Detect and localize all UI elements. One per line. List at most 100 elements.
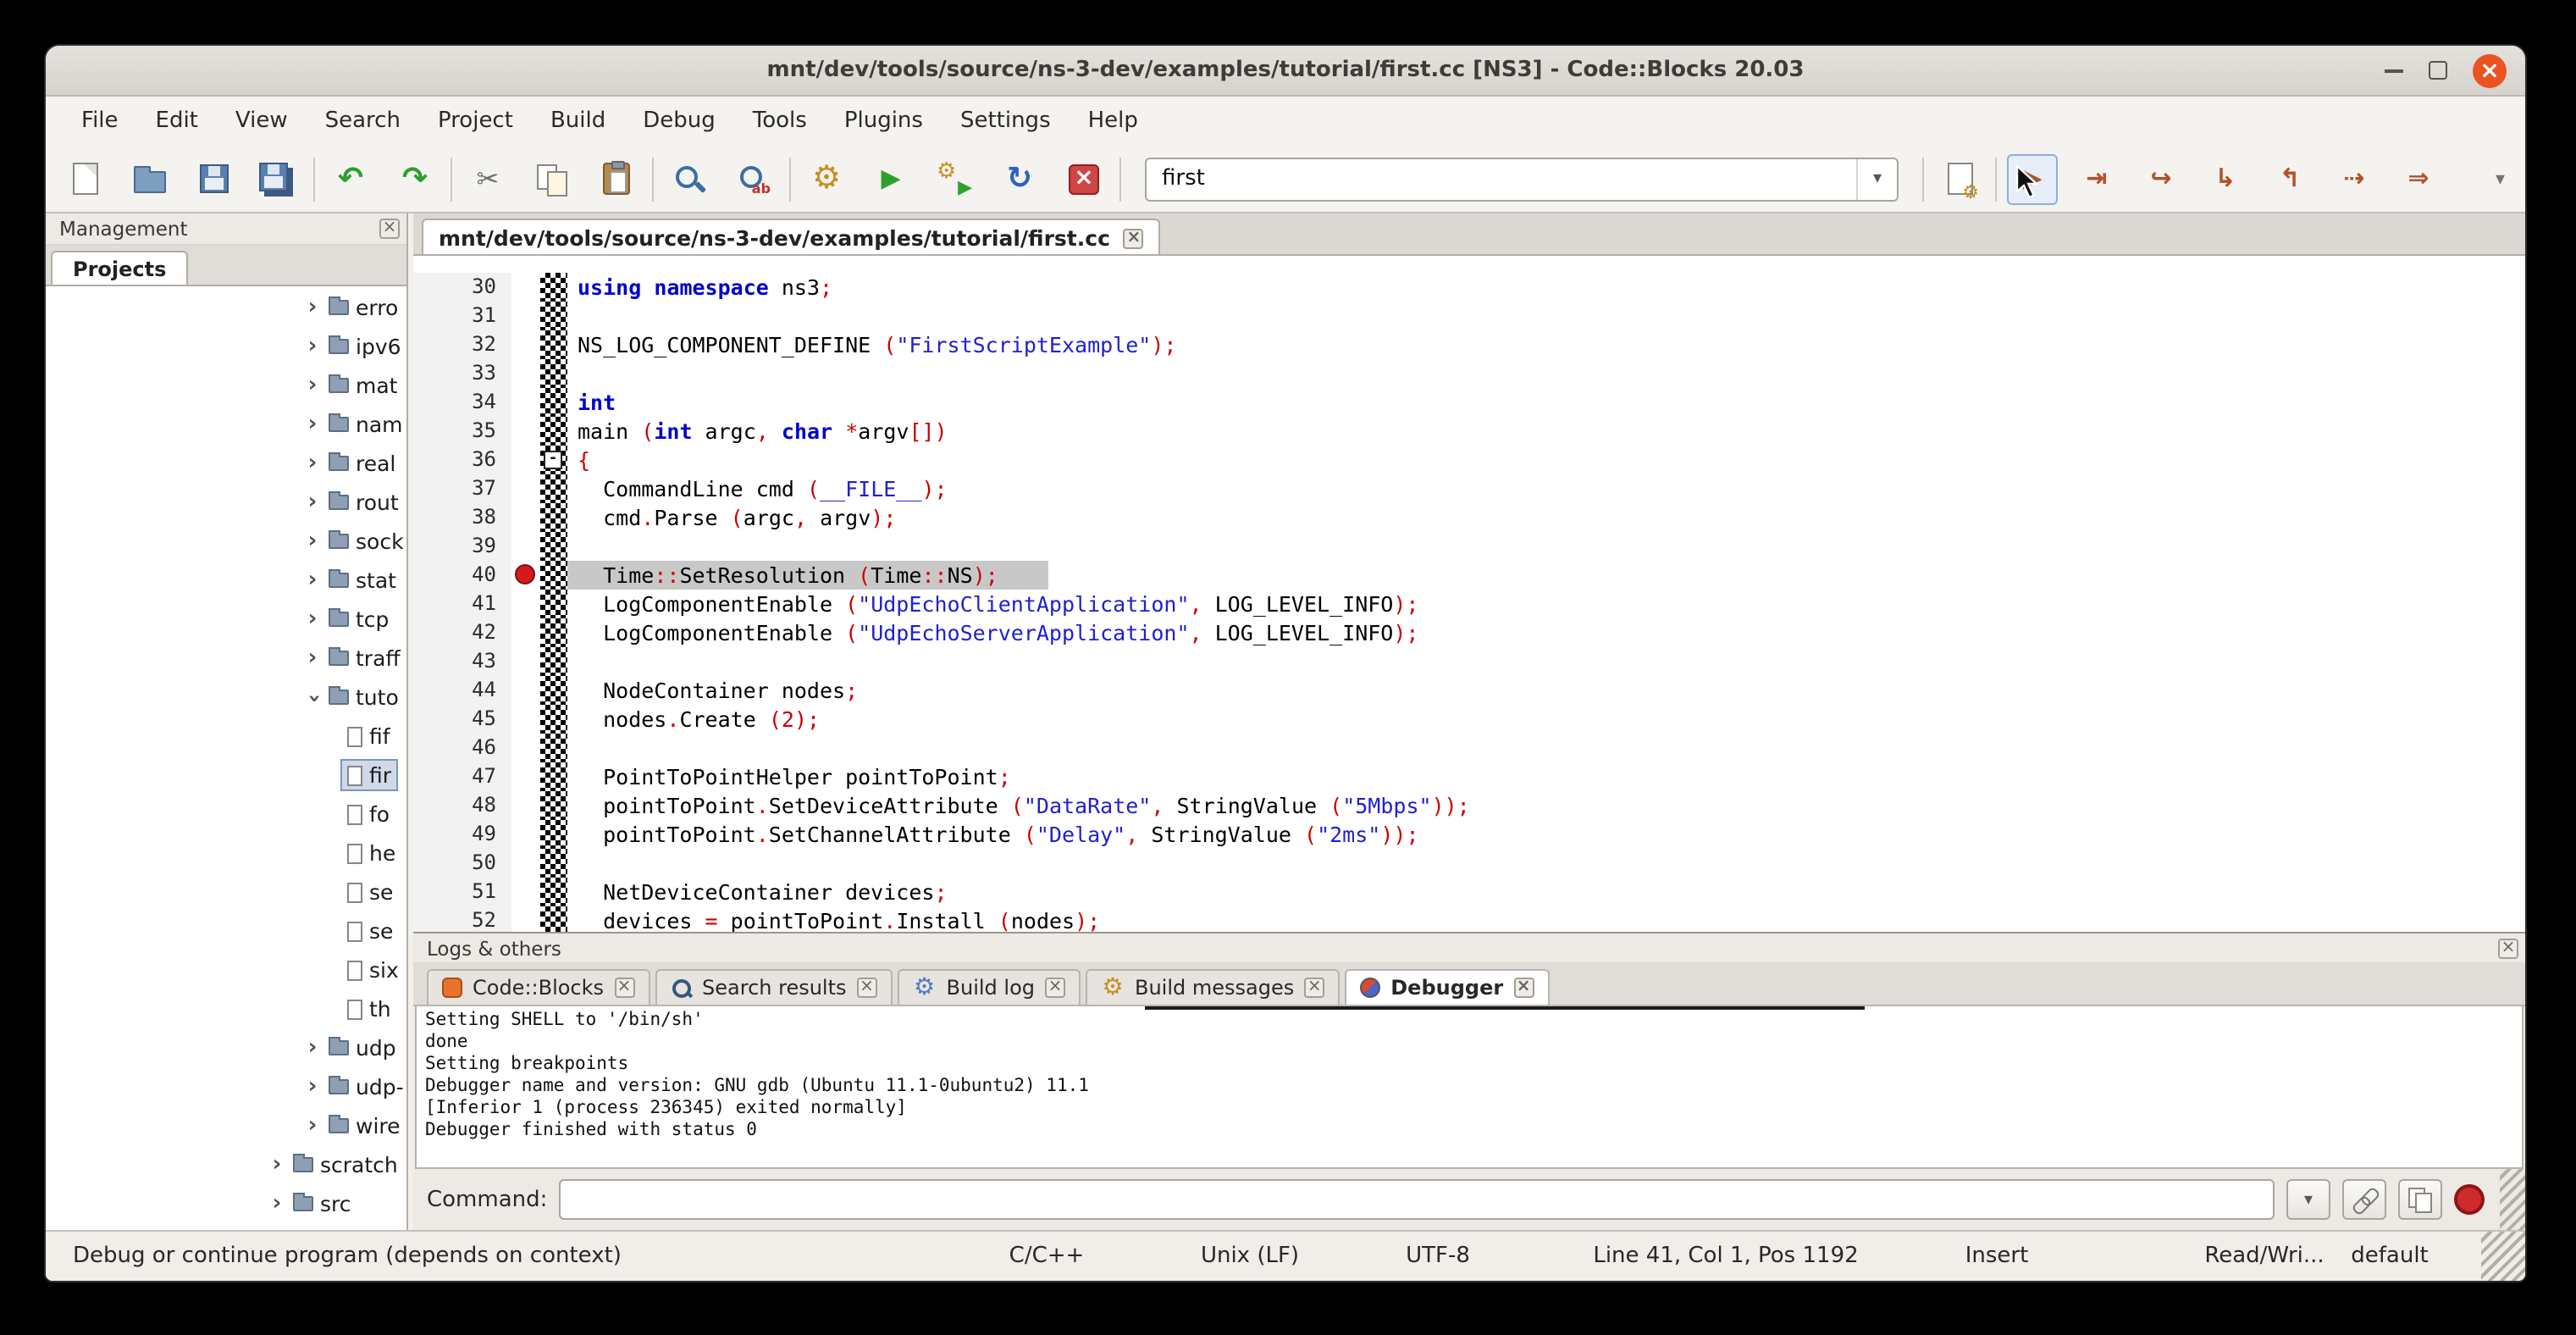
tree-item-sock[interactable]: sock	[46, 522, 406, 561]
next-line-button[interactable]	[2136, 153, 2186, 204]
redo-button[interactable]	[390, 153, 440, 204]
tree-item-ipv6[interactable]: ipv6	[46, 327, 406, 366]
code-line[interactable]: 51 NetDeviceContainer devices;	[413, 878, 2525, 906]
tree-item-se[interactable]: se	[46, 911, 406, 950]
tree-item-erro[interactable]: erro	[46, 288, 406, 327]
menu-item-debug[interactable]: Debug	[624, 100, 734, 142]
debugger-log[interactable]: Setting SHELL to '/bin/sh'doneSetting br…	[415, 1006, 2523, 1169]
code-line[interactable]: 50	[413, 849, 2525, 878]
breakpoint-margin[interactable]	[511, 302, 540, 330]
tree-chevron-icon[interactable]	[301, 568, 323, 593]
open-button[interactable]	[124, 153, 174, 204]
abort-button[interactable]	[1059, 153, 1109, 204]
breakpoint-margin[interactable]	[511, 791, 540, 820]
breakpoint-margin[interactable]	[511, 532, 540, 561]
tree-chevron-icon[interactable]	[301, 295, 323, 320]
log-tab-code-blocks[interactable]: Code::Blocks	[427, 969, 650, 1005]
tab-close-icon[interactable]	[857, 978, 877, 998]
step-out-button[interactable]	[2264, 153, 2315, 204]
tree-item-se[interactable]: se	[46, 872, 406, 911]
save-all-button[interactable]	[252, 153, 303, 204]
code-line[interactable]: 52 devices = pointToPoint.Install (nodes…	[413, 906, 2525, 932]
log-tab-search-results[interactable]: Search results	[655, 969, 893, 1005]
stop-debugger-button[interactable]	[2454, 1184, 2485, 1215]
code-line[interactable]: 48 pointToPoint.SetDeviceAttribute ("Dat…	[413, 791, 2525, 820]
breakpoint-margin[interactable]	[511, 647, 540, 676]
next-instruction-button[interactable]	[2329, 153, 2380, 204]
menu-item-edit[interactable]: Edit	[137, 100, 217, 142]
breakpoint-margin[interactable]	[511, 417, 540, 446]
tab-close-icon[interactable]	[1045, 978, 1065, 998]
build-button[interactable]	[801, 153, 852, 204]
code-line[interactable]: 41 LogComponentEnable ("UdpEchoClientApp…	[413, 590, 2525, 618]
project-tree[interactable]: erroipv6matnamrealroutsockstattcptrafftu…	[46, 286, 406, 1230]
tree-item-src[interactable]: src	[46, 1184, 406, 1223]
logs-close-icon[interactable]	[2498, 938, 2518, 958]
code-line[interactable]: 38 cmd.Parse (argc, argv);	[413, 503, 2525, 532]
code-line[interactable]: 36-{	[413, 446, 2525, 474]
tree-item-mat[interactable]: mat	[46, 366, 406, 405]
panel-resize-grip[interactable]	[2500, 1169, 2525, 1230]
tree-item-tcp[interactable]: tcp	[46, 600, 406, 639]
code-line[interactable]: 49 pointToPoint.SetChannelAttribute ("De…	[413, 820, 2525, 849]
tree-chevron-icon[interactable]	[301, 373, 323, 398]
tree-item-udp[interactable]: udp-	[46, 1067, 406, 1106]
code-line[interactable]: 31	[413, 302, 2525, 330]
breakpoint-margin[interactable]	[511, 906, 540, 932]
step-into-button[interactable]	[2200, 153, 2251, 204]
tree-chevron-icon[interactable]	[301, 490, 323, 515]
breakpoint-margin[interactable]	[511, 590, 540, 618]
menu-item-tools[interactable]: Tools	[734, 100, 826, 142]
menu-item-plugins[interactable]: Plugins	[826, 100, 942, 142]
tree-item-traff[interactable]: traff	[46, 639, 406, 678]
breakpoint-margin[interactable]	[511, 359, 540, 388]
tree-chevron-icon[interactable]	[301, 334, 323, 359]
menu-item-help[interactable]: Help	[1070, 100, 1157, 142]
breakpoint-margin[interactable]	[511, 705, 540, 734]
code-line[interactable]: 42 LogComponentEnable ("UdpEchoServerApp…	[413, 618, 2525, 647]
tree-item-stat[interactable]: stat	[46, 561, 406, 600]
build-and-run-button[interactable]	[930, 153, 981, 204]
tree-chevron-icon[interactable]	[301, 1074, 323, 1100]
breakpoint-margin[interactable]	[511, 446, 540, 474]
menu-item-settings[interactable]: Settings	[942, 100, 1070, 142]
tab-close-icon[interactable]	[614, 978, 634, 998]
tree-item-wire[interactable]: wire	[46, 1106, 406, 1145]
close-button[interactable]	[2473, 53, 2507, 87]
menu-item-build[interactable]: Build	[532, 100, 624, 142]
toolbar-overflow-button[interactable]	[2496, 168, 2512, 190]
breakpoint-margin[interactable]	[511, 734, 540, 762]
tree-item-he[interactable]: he	[46, 834, 406, 872]
code-line[interactable]: 40 Time::SetResolution (Time::NS);	[413, 561, 2525, 590]
breakpoint-marker[interactable]	[515, 564, 535, 584]
tree-chevron-icon[interactable]	[266, 1191, 288, 1216]
rebuild-button[interactable]	[994, 153, 1045, 204]
code-line[interactable]: 35main (int argc, char *argv[])	[413, 417, 2525, 446]
copy-button[interactable]	[527, 153, 578, 204]
tree-item-udp[interactable]: udp	[46, 1028, 406, 1067]
tree-item-rout[interactable]: rout	[46, 483, 406, 522]
breakpoint-margin[interactable]	[511, 273, 540, 302]
step-into-instruction-button[interactable]	[2393, 153, 2444, 204]
save-button[interactable]	[188, 153, 239, 204]
code-line[interactable]: 46	[413, 734, 2525, 762]
tree-chevron-icon[interactable]	[301, 412, 323, 437]
command-dropdown-button[interactable]	[2286, 1179, 2330, 1220]
breakpoint-margin[interactable]	[511, 503, 540, 532]
breakpoint-margin[interactable]	[511, 762, 540, 791]
tree-chevron-icon[interactable]	[301, 451, 323, 476]
tree-chevron-icon[interactable]	[301, 529, 323, 554]
run-to-cursor-button[interactable]	[2071, 153, 2122, 204]
breakpoint-margin[interactable]	[511, 878, 540, 906]
tab-projects[interactable]: Projects	[51, 251, 188, 285]
find-button[interactable]	[664, 153, 715, 204]
tree-item-th[interactable]: th	[46, 989, 406, 1028]
undo-button[interactable]	[325, 153, 376, 204]
breakpoint-margin[interactable]	[511, 388, 540, 417]
code-line[interactable]: 39	[413, 532, 2525, 561]
tree-item-nam[interactable]: nam	[46, 405, 406, 444]
tree-chevron-icon[interactable]	[301, 607, 323, 632]
menu-item-view[interactable]: View	[217, 100, 307, 142]
build-target-combobox[interactable]: first	[1145, 157, 1899, 201]
tree-chevron-icon[interactable]	[266, 1152, 288, 1177]
